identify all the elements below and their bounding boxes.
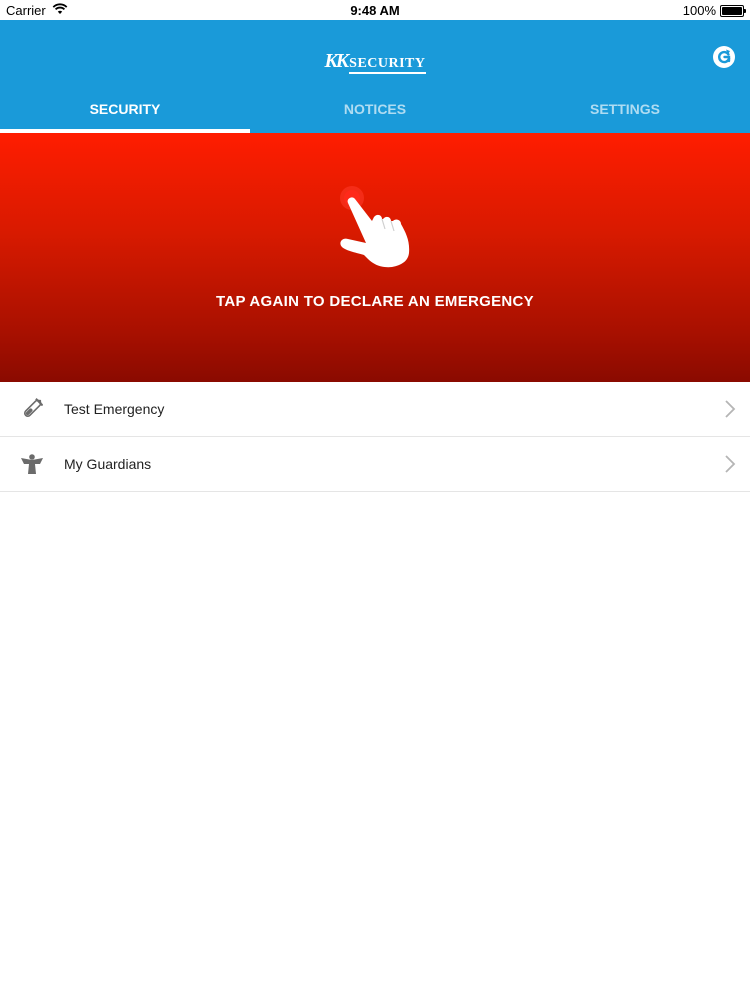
tap-hand-icon bbox=[336, 185, 416, 275]
action-list: Test Emergency My Guardians bbox=[0, 382, 750, 492]
battery-icon bbox=[720, 4, 746, 17]
status-time: 9:48 AM bbox=[350, 3, 400, 18]
emergency-button[interactable]: TAP AGAIN TO DECLARE AN EMERGENCY bbox=[0, 133, 750, 382]
app-logo: KK SECURITY bbox=[0, 50, 750, 74]
tab-notices[interactable]: NOTICES bbox=[250, 94, 500, 133]
tab-settings[interactable]: SETTINGS bbox=[500, 94, 750, 133]
battery-fill bbox=[722, 6, 742, 15]
status-bar: Carrier 9:48 AM 100% bbox=[0, 0, 750, 20]
list-item-test-emergency[interactable]: Test Emergency bbox=[0, 382, 750, 437]
emergency-message: TAP AGAIN TO DECLARE AN EMERGENCY bbox=[216, 293, 534, 310]
battery-percent: 100% bbox=[682, 3, 716, 18]
app-header: KK SECURITY SECURITY NOTICES SETTINGS bbox=[0, 20, 750, 133]
test-tube-icon bbox=[20, 397, 44, 421]
list-item-my-guardians[interactable]: My Guardians bbox=[0, 437, 750, 492]
chevron-right-icon bbox=[724, 399, 736, 419]
list-item-label: My Guardians bbox=[64, 456, 152, 472]
tab-bar: SECURITY NOTICES SETTINGS bbox=[0, 94, 750, 133]
refresh-icon[interactable] bbox=[712, 45, 736, 69]
status-right: 100% bbox=[682, 3, 746, 18]
logo-mark: KK bbox=[324, 50, 349, 72]
chevron-right-icon bbox=[724, 454, 736, 474]
list-item-label: Test Emergency bbox=[64, 401, 165, 417]
logo-word: SECURITY bbox=[349, 56, 426, 74]
guardian-angel-icon bbox=[20, 452, 44, 476]
tab-security[interactable]: SECURITY bbox=[0, 94, 250, 133]
